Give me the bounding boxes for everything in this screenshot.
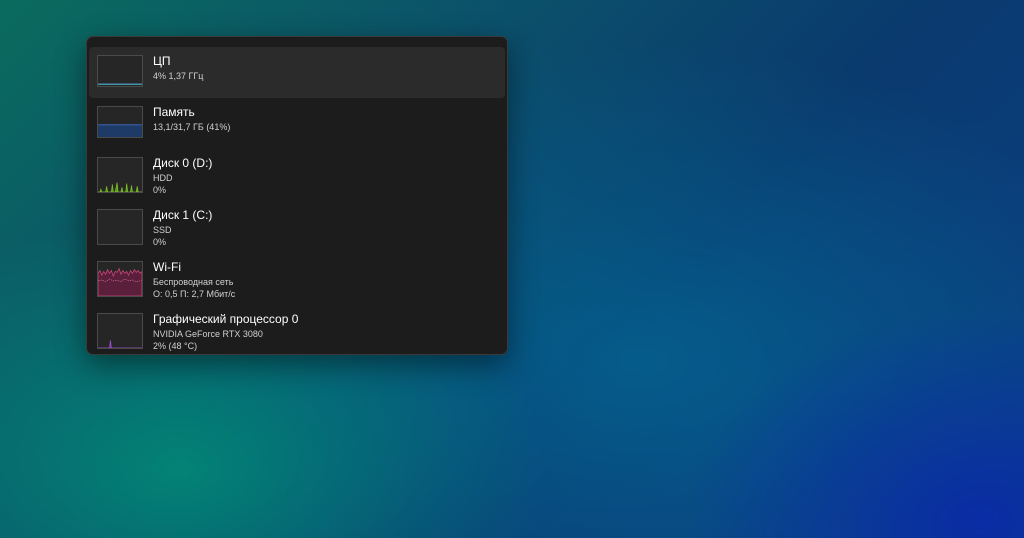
perf-item-disk0[interactable]: Диск 0 (D:) HDD 0% bbox=[89, 149, 505, 201]
perf-item-usage: 2% (48 °C) bbox=[153, 341, 198, 352]
perf-item-model: NVIDIA GeForce RTX 3080 bbox=[153, 328, 263, 339]
cpu-graph bbox=[97, 55, 143, 87]
perf-item-title: Wi-Fi bbox=[153, 260, 181, 274]
perf-item-cpu[interactable]: ЦП 4% 1,37 ГГц bbox=[89, 47, 505, 98]
perf-item-title: ЦП bbox=[153, 54, 171, 68]
memory-graph bbox=[97, 106, 143, 138]
perf-item-type: SSD bbox=[153, 224, 172, 235]
perf-item-type: HDD bbox=[153, 172, 173, 183]
perf-item-detail: 4% 1,37 ГГц bbox=[153, 70, 204, 81]
perf-item-title: Диск 0 (D:) bbox=[153, 156, 213, 170]
disk1-graph bbox=[97, 209, 143, 245]
perf-item-usage: 0% bbox=[153, 185, 167, 196]
disk0-graph bbox=[97, 157, 143, 193]
wifi-graph bbox=[97, 261, 143, 297]
performance-sidebar: ЦП 4% 1,37 ГГц Память 13,1/31,7 ГБ (41%)… bbox=[86, 36, 508, 355]
perf-item-type: Беспроводная сеть bbox=[153, 276, 234, 287]
perf-item-title: Графический процессор 0 bbox=[153, 312, 299, 326]
gpu-graph bbox=[97, 313, 143, 349]
perf-item-title: Диск 1 (C:) bbox=[153, 208, 213, 222]
perf-item-usage: О: 0,5 П: 2,7 Мбит/с bbox=[153, 289, 236, 300]
perf-item-disk1[interactable]: Диск 1 (C:) SSD 0% bbox=[89, 201, 505, 253]
perf-item-wifi[interactable]: Wi-Fi Беспроводная сеть О: 0,5 П: 2,7 Мб… bbox=[89, 253, 505, 305]
perf-item-detail: 13,1/31,7 ГБ (41%) bbox=[153, 121, 231, 132]
perf-item-title: Память bbox=[153, 105, 195, 119]
perf-item-gpu[interactable]: Графический процессор 0 NVIDIA GeForce R… bbox=[89, 305, 505, 357]
perf-item-usage: 0% bbox=[153, 237, 167, 248]
perf-item-memory[interactable]: Память 13,1/31,7 ГБ (41%) bbox=[89, 98, 505, 149]
